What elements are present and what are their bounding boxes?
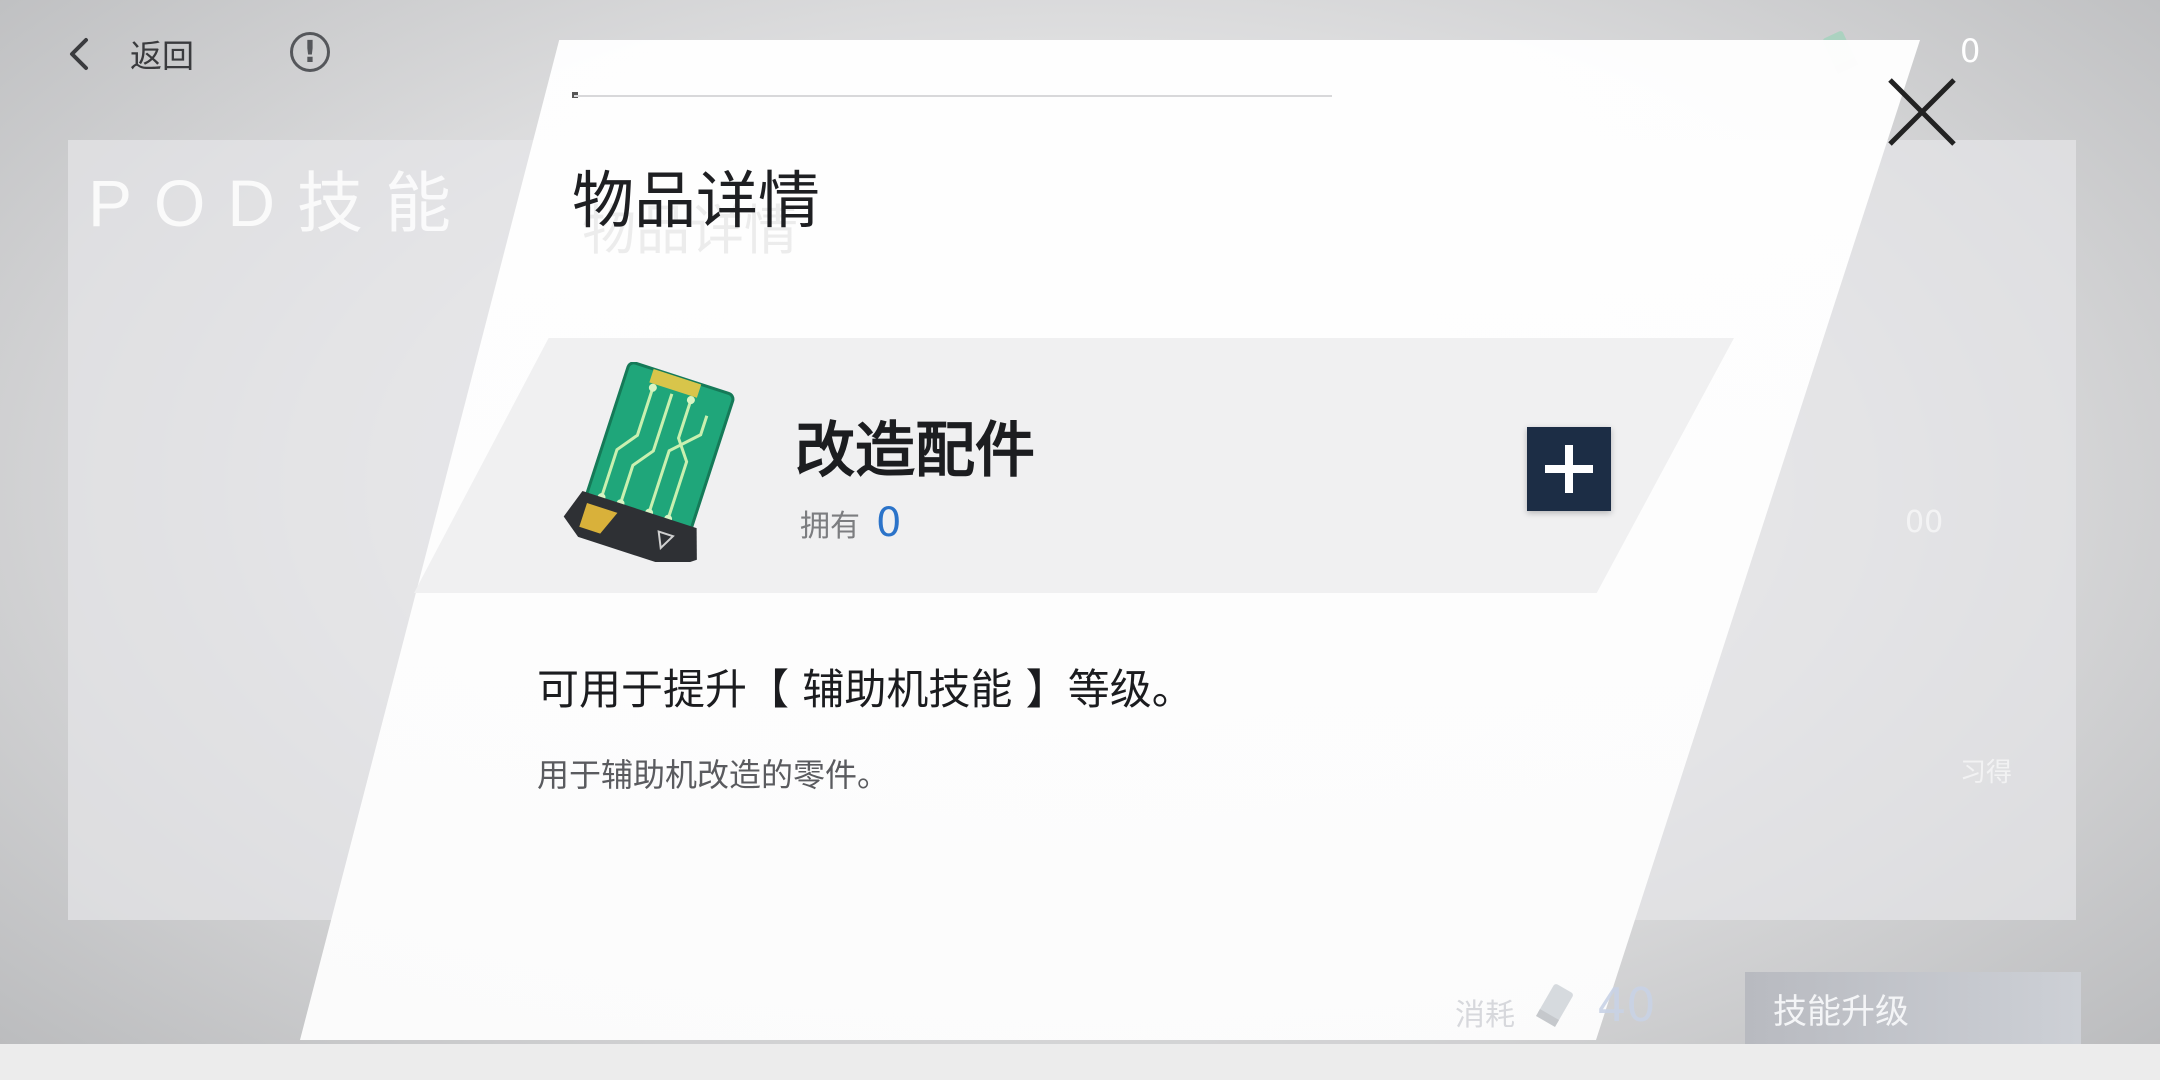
item-flavor-text: 用于辅助机改造的零件。 (537, 756, 890, 794)
modal-top-divider (574, 95, 1332, 97)
currency-value: 0 (1960, 32, 1981, 70)
background-screen-title: POD技能 (88, 166, 474, 240)
modification-part-icon (563, 362, 735, 562)
acquire-item-button[interactable] (1527, 427, 1611, 511)
back-button[interactable]: 返回 (60, 26, 194, 82)
owned-count-row: 拥有 0 (800, 500, 901, 546)
chevron-left-icon (70, 38, 88, 70)
cost-value: 40 (1597, 978, 1656, 1032)
background-side-label: 习得 (1960, 758, 2013, 788)
info-icon[interactable]: ! (290, 32, 330, 72)
owned-value: 0 (876, 500, 902, 546)
cost-label: 消耗 (1455, 998, 1515, 1033)
item-name: 改造配件 (795, 416, 1035, 486)
close-button[interactable] (1882, 72, 1962, 152)
owned-label: 拥有 (800, 509, 860, 544)
back-label: 返回 (130, 37, 195, 75)
info-symbol: ! (303, 34, 317, 70)
bottom-strip (0, 1044, 2160, 1080)
close-icon (1888, 78, 1956, 146)
chip-icon (1535, 984, 1573, 1027)
plus-icon (1545, 445, 1593, 493)
background-side-value: 00 (1905, 505, 1944, 540)
item-description: 可用于提升【 辅助机技能 】等级。 (537, 665, 1194, 714)
modal-title: 物品详情 (572, 164, 821, 237)
skill-upgrade-button[interactable]: 技能升级 (1745, 972, 2081, 1044)
